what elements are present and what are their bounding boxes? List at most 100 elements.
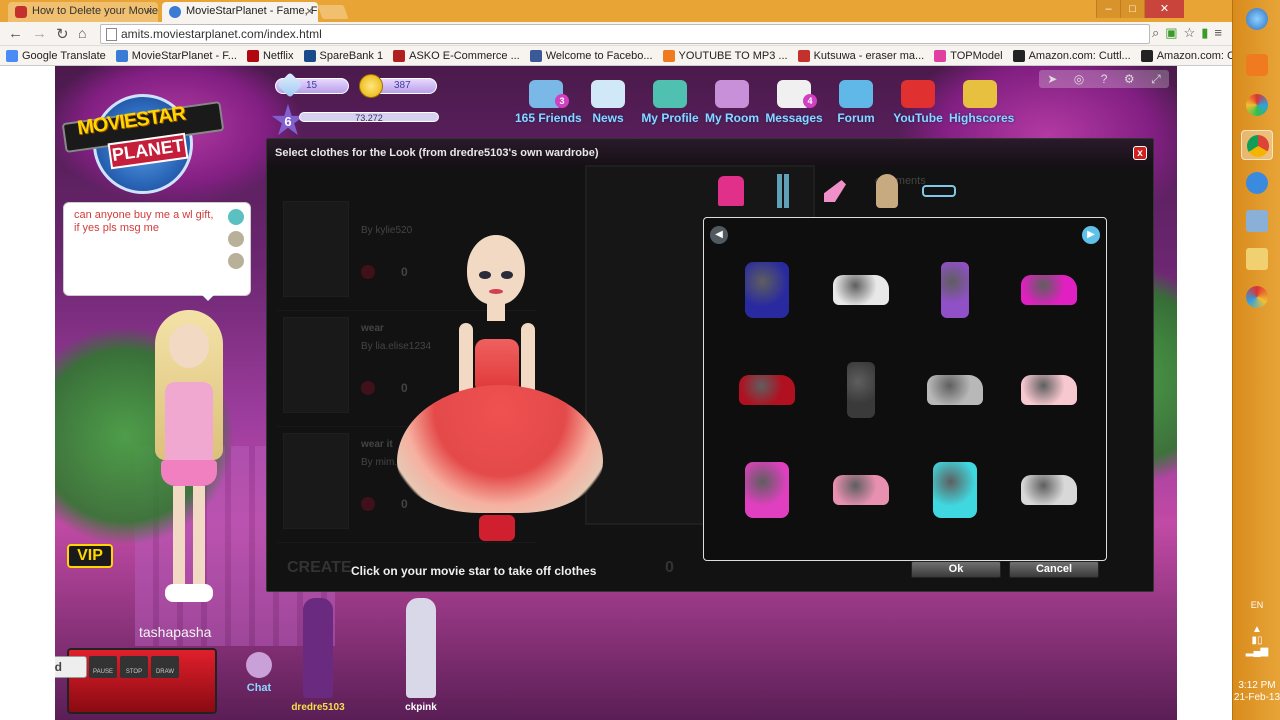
nav-item[interactable]: YouTube: [887, 80, 949, 125]
wardrobe-item-purple-boots[interactable]: [908, 240, 1002, 340]
start-button[interactable]: [1241, 4, 1273, 34]
category-accessories[interactable]: [913, 173, 965, 209]
paint-button[interactable]: [1241, 90, 1273, 120]
doll-head: [467, 235, 525, 305]
cursor-icon[interactable]: ➤: [1047, 72, 1057, 86]
zoom-icon[interactable]: ◎: [1074, 72, 1084, 86]
browser-tab[interactable]: How to Delete your Movie ×: [8, 2, 158, 22]
stop-button[interactable]: STOP: [120, 656, 148, 678]
ok-button[interactable]: Ok: [911, 561, 1001, 578]
bookmark-item[interactable]: Google Translate: [6, 49, 106, 62]
category-tops[interactable]: [705, 173, 757, 209]
category-shoes[interactable]: [809, 173, 861, 209]
bookmark-item[interactable]: Welcome to Facebo...: [529, 49, 653, 62]
network-icon[interactable]: ▮▯: [1233, 635, 1280, 646]
wardrobe-item-blue-fur-top[interactable]: [720, 240, 814, 340]
nav-item[interactable]: Highscores: [949, 80, 1014, 125]
wardrobe-item-red-shoes[interactable]: [720, 340, 814, 440]
wardrobe-item-aqua-fur-skirt[interactable]: [908, 440, 1002, 540]
avatar-skirt: [161, 460, 217, 486]
app-button[interactable]: [1241, 282, 1273, 312]
bookmark-item[interactable]: Amazon.com: Cuttl...: [1012, 49, 1131, 62]
nav-item[interactable]: 4 Messages: [763, 80, 825, 125]
player-avatar[interactable]: [145, 310, 235, 610]
extension-icon[interactable]: ▣: [1165, 25, 1177, 41]
heart-icon: [361, 265, 375, 279]
minimize-icon[interactable]: –: [1096, 0, 1120, 18]
wardrobe-item-grey-sneakers[interactable]: [908, 340, 1002, 440]
doll-neck: [487, 301, 505, 321]
app-button[interactable]: [1241, 206, 1273, 236]
tab-close-icon[interactable]: ×: [146, 4, 153, 18]
wardrobe-item-pink-blue-fur-skirt[interactable]: [720, 440, 814, 540]
wardrobe-item-pink-trainers[interactable]: [814, 440, 908, 540]
nav-item[interactable]: My Profile: [639, 80, 701, 125]
explorer-button[interactable]: [1241, 244, 1273, 274]
media-player-button[interactable]: [1241, 50, 1273, 80]
close-icon[interactable]: x: [1133, 146, 1147, 160]
home-icon[interactable]: ⌂: [78, 25, 86, 41]
language-indicator[interactable]: EN: [1233, 600, 1280, 610]
dance-icon[interactable]: [228, 209, 244, 225]
window-close-icon[interactable]: ✕: [1144, 0, 1184, 18]
maximize-icon[interactable]: □: [1120, 0, 1144, 18]
nav-item[interactable]: 3 165 Friends: [515, 80, 582, 125]
bookmark-favicon-icon: [797, 49, 810, 62]
system-clock[interactable]: 3:12 PM 21-Feb-13: [1233, 680, 1280, 704]
reload-icon[interactable]: ↻: [56, 25, 69, 43]
address-bar[interactable]: amits.moviestarplanet.com/index.html: [100, 24, 1150, 44]
background-look-thumb: [283, 201, 349, 297]
doll-eye: [479, 271, 491, 279]
wardrobe-item-pink-heels[interactable]: [1002, 240, 1096, 340]
bookmark-item[interactable]: SpareBank 1: [303, 49, 383, 62]
bookmark-star-icon[interactable]: ☆: [1184, 25, 1196, 41]
help-icon[interactable]: ?: [1101, 72, 1108, 86]
clothing-item-icon: [833, 475, 889, 505]
menu-icon[interactable]: ≡: [1214, 25, 1222, 41]
tray-arrow-icon[interactable]: ▲: [1233, 624, 1280, 635]
bookmark-item[interactable]: YOUTUBE TO MP3 ...: [662, 49, 788, 62]
wardrobe-item-white-sneakers[interactable]: [814, 240, 908, 340]
friend-avatar[interactable]: dredre5103: [283, 598, 353, 713]
bookmark-item[interactable]: Netflix: [246, 49, 294, 62]
bookmark-item[interactable]: ASKO E-Commerce ...: [393, 49, 520, 62]
wardrobe-item-silver-sandals[interactable]: [1002, 440, 1096, 540]
wardrobe-item-pink-glow-shoes[interactable]: [1002, 340, 1096, 440]
cancel-button[interactable]: Cancel: [1009, 561, 1099, 578]
nav-item[interactable]: News: [577, 80, 639, 125]
bookmark-item[interactable]: TOPModel: [934, 49, 1003, 62]
system-tray: EN ▲ ▮▯ ▂▄▆: [1233, 600, 1280, 657]
signal-icon[interactable]: ▂▄▆: [1233, 646, 1280, 657]
bookmark-item[interactable]: Kutsuwa - eraser ma...: [797, 49, 924, 62]
signal-extension-icon[interactable]: ▮: [1201, 25, 1208, 41]
back-icon[interactable]: ←: [8, 25, 23, 42]
bookmark-item[interactable]: MovieStarPlanet - F...: [115, 49, 237, 62]
fullscreen-icon[interactable]: ⤢: [1151, 72, 1161, 87]
chat-button[interactable]: Chat: [241, 652, 277, 694]
chrome-button[interactable]: [1241, 130, 1273, 160]
category-pants[interactable]: [757, 173, 809, 209]
heart-icon: [361, 497, 375, 511]
nav-item[interactable]: My Room: [701, 80, 763, 125]
category-hair[interactable]: [861, 173, 913, 209]
zoom-icon[interactable]: ⌕: [1152, 25, 1159, 41]
fame-value: 73.272: [355, 113, 383, 123]
tab-close-icon[interactable]: ×: [306, 4, 313, 18]
browser-tab-active[interactable]: MovieStarPlanet - Fame, F ×: [162, 2, 318, 22]
page-icon: [106, 28, 117, 41]
nav-item[interactable]: Forum: [825, 80, 887, 125]
draw-button[interactable]: DRAW: [151, 656, 179, 678]
wardrobe-item-black-boots[interactable]: [814, 340, 908, 440]
movie-star-doll[interactable]: [397, 235, 607, 547]
forward-icon[interactable]: →: [32, 25, 47, 42]
create-text: CREATE: [287, 559, 352, 576]
clothing-item-icon: [927, 375, 983, 405]
new-tab-button[interactable]: [317, 5, 349, 19]
pet-icon[interactable]: [228, 253, 244, 269]
settings-icon[interactable]: ⚙: [1124, 72, 1135, 86]
friend-avatar[interactable]: ckpink: [386, 598, 456, 713]
pause-button[interactable]: PAUSE: [89, 656, 117, 678]
ie-button[interactable]: [1241, 168, 1273, 198]
bookmark-favicon-icon: [303, 49, 316, 62]
face-icon[interactable]: [228, 231, 244, 247]
